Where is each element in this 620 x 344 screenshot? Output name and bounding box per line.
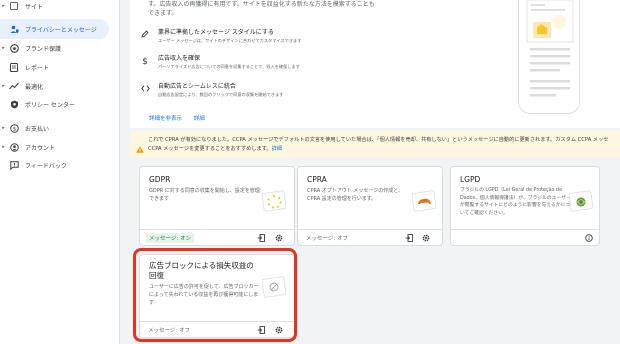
card-footer: メッセージ: オン	[140, 229, 294, 245]
sidebar: ▸ サイト プライバシーとメッセージ ▸ ブランド保護 レポート ▸ 最適化 ポ…	[0, 0, 120, 344]
pen-icon	[140, 29, 150, 39]
banner-text: これで CPRA が有効になりました。CCPA メッセージでデフォルトの文言を使…	[148, 137, 609, 152]
sidebar-item-label: ポリシー センター	[25, 101, 75, 109]
sidebar-item-label: アカウント	[25, 144, 56, 152]
svg-text:$: $	[142, 57, 148, 65]
sidebar-item-policy-center[interactable]: ポリシー センター	[0, 94, 109, 114]
sidebar-item-reports[interactable]: レポート	[0, 57, 109, 77]
brand-safety-icon	[9, 43, 19, 53]
status-badge: メッセージ: オン	[146, 233, 194, 243]
sidebar-item-brand-safety[interactable]: ▸ ブランド保護	[0, 38, 109, 58]
open-icon[interactable]	[256, 233, 266, 243]
info-icon[interactable]	[584, 233, 594, 243]
web-icon	[9, 1, 19, 11]
svg-text:$: $	[12, 126, 16, 132]
chevron-right-icon: ▸	[2, 45, 5, 51]
feedback-icon	[9, 160, 19, 170]
highlight-annotation	[133, 248, 297, 342]
chevron-right-icon: ▸	[2, 144, 5, 150]
account-icon	[9, 142, 19, 152]
feature-message-style: 業界に準拠したメッセージ スタイルにする ユーザー メッセージは、サイトのデザイ…	[140, 28, 301, 44]
cpra-card[interactable]: CPRA CPRA オプトアウト メッセージの作成と、CPRA 設定の管理を行い…	[297, 166, 443, 246]
dollar-icon: $	[140, 55, 150, 65]
person-shield-icon	[9, 24, 19, 34]
sidebar-item-label: プライバシーとメッセージ	[25, 26, 97, 34]
card-footer: メッセージ: オフ	[298, 229, 442, 245]
chevron-right-icon: ▸	[2, 125, 5, 131]
card-title: CPRA	[307, 175, 327, 184]
report-icon	[9, 62, 19, 72]
privacy-overview-card: す。広告収入の再獲得に有用です。サイトを収益化する新たな方法を模索することも で…	[130, 0, 620, 128]
gear-icon[interactable]	[421, 233, 431, 243]
sidebar-item-label: ブランド保護	[25, 45, 62, 53]
policy-icon	[9, 99, 19, 109]
sidebar-item-label: レポート	[25, 64, 50, 72]
card-title: GDPR	[149, 175, 171, 184]
feature-auto-ads: 自動広告とシームレスに統合 自動広告設定により、数回のクリックで同意の収集を開始…	[140, 82, 283, 98]
sidebar-item-sites[interactable]: ▸ サイト	[0, 0, 109, 16]
warning-icon	[136, 138, 144, 157]
sidebar-item-feedback[interactable]: フィードバック	[0, 155, 109, 175]
open-icon[interactable]	[404, 233, 414, 243]
cpra-warning-banner: これで CPRA が有効になりました。CCPA メッセージでデフォルトの文言を使…	[130, 131, 620, 157]
gdpr-card[interactable]: GDPR GDPR に対する同意の収集を開始し、設定を管理できます メッセージ:…	[139, 166, 295, 246]
chevron-right-icon: ▸	[2, 83, 5, 89]
lgpd-card[interactable]: LGPD ブラジルの LGPD（Lei Geral de Proteção de…	[450, 166, 600, 246]
card-description: GDPR に対する同意の収集を開始し、設定を管理できます	[149, 188, 260, 202]
status-text: メッセージ: オフ	[306, 236, 348, 242]
gear-icon[interactable]	[274, 233, 284, 243]
brazil-flag-icon	[567, 189, 597, 215]
card-description: ブラジルの LGPD（Lei Geral de Proteção de Dado…	[460, 188, 571, 216]
payments-icon: $	[9, 123, 19, 133]
sidebar-item-label: フィードバック	[25, 162, 67, 170]
phone-illustration	[518, 0, 580, 114]
trending-icon	[9, 81, 19, 91]
hide-details-link[interactable]: 詳細を非表示	[149, 116, 182, 122]
card-footer	[451, 229, 599, 245]
sidebar-item-optimization[interactable]: ▸ 最適化	[0, 76, 109, 96]
sidebar-item-payments[interactable]: ▸ $ お支払い	[0, 118, 109, 138]
details-links: 詳細を非表示 詳細	[149, 114, 215, 122]
sidebar-item-label: お支払い	[25, 125, 50, 133]
chevron-right-icon: ▸	[2, 3, 5, 9]
card-description: CPRA オプトアウト メッセージの作成と、CPRA 設定の管理を行います。	[307, 188, 404, 202]
gdpr-stars-icon	[260, 189, 290, 215]
learn-more-link[interactable]: 詳細	[194, 116, 205, 122]
code-icon	[140, 83, 150, 93]
intro-text: す。広告収入の再獲得に有用です。サイトを収益化する新たな方法を模索することも で…	[148, 1, 375, 17]
card-title: LGPD	[460, 175, 481, 184]
banner-learn-more-link[interactable]: 詳細	[272, 146, 282, 152]
feature-ad-revenue: $ 広告収入を確保 パーソナライズド広告についての同意を収集することで、収入を確…	[140, 54, 300, 70]
sidebar-item-privacy-messaging[interactable]: プライバシーとメッセージ	[0, 19, 109, 39]
sidebar-item-label: 最適化	[25, 83, 44, 91]
california-bear-icon	[410, 189, 440, 215]
sidebar-item-label: サイト	[25, 3, 44, 11]
sidebar-item-account[interactable]: ▸ アカウント	[0, 137, 109, 157]
